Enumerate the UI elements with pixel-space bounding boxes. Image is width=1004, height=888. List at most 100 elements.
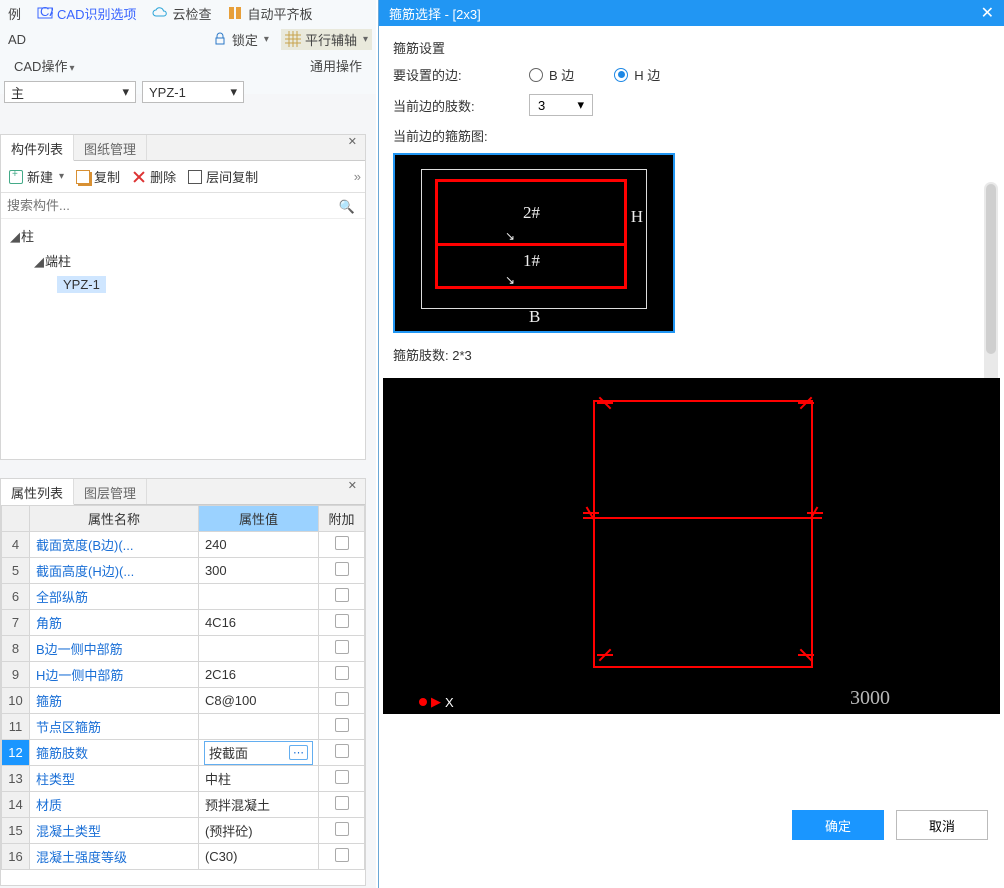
ribbon-example[interactable]: 例 — [4, 3, 25, 24]
table-row[interactable]: 15混凝土类型(预拌砼) — [2, 818, 365, 844]
tree-root-column[interactable]: ◢柱 — [9, 223, 357, 248]
prop-extra[interactable] — [319, 740, 365, 766]
more-icon[interactable]: ⋯ — [289, 745, 308, 760]
radio-h-side[interactable]: H 边 — [614, 65, 660, 84]
prop-extra[interactable] — [319, 792, 365, 818]
btn-copy[interactable]: 复制 — [72, 165, 124, 188]
tab-component-list[interactable]: 构件列表 — [1, 135, 74, 161]
checkbox[interactable] — [335, 770, 349, 784]
checkbox[interactable] — [335, 692, 349, 706]
ribbon-auto-flat[interactable]: 自动平齐板 — [223, 3, 316, 24]
prop-extra[interactable] — [319, 584, 365, 610]
panel-close-icon[interactable]: ✕ — [348, 135, 357, 148]
prop-value[interactable] — [198, 714, 318, 740]
search-input[interactable] — [5, 197, 361, 214]
prop-value[interactable]: 2C16 — [198, 662, 318, 688]
dialog-titlebar[interactable]: 箍筋选择 - [2x3] ✕ — [379, 0, 1004, 26]
table-row[interactable]: 4截面宽度(B边)(...240 — [2, 532, 365, 558]
col-name[interactable]: 属性名称 — [30, 506, 199, 532]
ribbon-cad-options[interactable]: CAD CAD识别选项 — [33, 3, 140, 24]
prop-extra[interactable] — [319, 844, 365, 870]
toolbar-overflow-icon[interactable]: » — [354, 169, 361, 184]
checkbox[interactable] — [335, 536, 349, 550]
checkbox[interactable] — [335, 718, 349, 732]
prop-extra[interactable] — [319, 636, 365, 662]
prop-value[interactable] — [198, 584, 318, 610]
row-number: 16 — [2, 844, 30, 870]
checkbox[interactable] — [335, 562, 349, 576]
tab-drawing-mgmt[interactable]: 图纸管理 — [74, 135, 147, 160]
table-row[interactable]: 10箍筋C8@100 — [2, 688, 365, 714]
panel-close-icon[interactable]: ✕ — [348, 479, 357, 492]
checkbox[interactable] — [335, 588, 349, 602]
table-row[interactable]: 7角筋4C16 — [2, 610, 365, 636]
tree-leaf-ypz1[interactable]: YPZ-1 — [57, 273, 357, 296]
checkbox[interactable] — [335, 822, 349, 836]
prop-value[interactable]: 240 — [198, 532, 318, 558]
prop-extra[interactable] — [319, 714, 365, 740]
col-extra[interactable]: 附加 — [319, 506, 365, 532]
table-row[interactable]: 16混凝土强度等级(C30) — [2, 844, 365, 870]
btn-delete[interactable]: 删除 — [128, 165, 180, 188]
close-icon[interactable]: ✕ — [981, 3, 994, 23]
combo-member[interactable]: YPZ-1 ▾ — [142, 81, 244, 103]
checkbox[interactable] — [335, 640, 349, 654]
prop-value[interactable]: 300 — [198, 558, 318, 584]
checkbox[interactable] — [335, 848, 349, 862]
ribbon-lock[interactable]: 锁定 — [208, 29, 273, 50]
scroll-thumb[interactable] — [986, 184, 996, 354]
checkbox[interactable] — [335, 744, 349, 758]
prop-value[interactable]: (C30) — [198, 844, 318, 870]
checkbox[interactable] — [335, 796, 349, 810]
prop-extra[interactable] — [319, 662, 365, 688]
ribbon-cloud-check[interactable]: 云检查 — [148, 3, 215, 24]
prop-value[interactable]: 4C16 — [198, 610, 318, 636]
checkbox[interactable] — [335, 614, 349, 628]
combo-category-value: 主 — [11, 83, 24, 102]
tab-props[interactable]: 属性列表 — [1, 479, 74, 505]
tree-sub-endcolumn[interactable]: ◢端柱 — [33, 248, 357, 273]
btn-interlayer-copy[interactable]: 层间复制 — [184, 165, 262, 188]
prop-extra[interactable] — [319, 818, 365, 844]
radio-h-label: H 边 — [634, 65, 660, 84]
label-B: B — [529, 307, 540, 327]
stirrup-preview[interactable]: 2# 1# H B ↘ ↘ — [393, 153, 675, 333]
checkbox[interactable] — [335, 666, 349, 680]
table-row[interactable]: 12箍筋肢数按截面⋯ — [2, 740, 365, 766]
combo-category[interactable]: 主▾ — [4, 81, 136, 103]
search-icon[interactable]: 🔍 — [339, 199, 355, 215]
col-value[interactable]: 属性值 — [198, 506, 318, 532]
chevron-down-icon: ▾ — [230, 84, 237, 100]
prop-value[interactable]: 中柱 — [198, 766, 318, 792]
row-number: 5 — [2, 558, 30, 584]
tab-layer[interactable]: 图层管理 — [74, 479, 147, 504]
select-limbs[interactable]: 3▾ — [529, 94, 593, 116]
label-limbs: 当前边的肢数: — [393, 96, 489, 115]
prop-extra[interactable] — [319, 688, 365, 714]
table-row[interactable]: 6全部纵筋 — [2, 584, 365, 610]
ribbon-cad-ops[interactable]: CAD操作 — [14, 56, 74, 75]
prop-value[interactable]: C8@100 — [198, 688, 318, 714]
prop-value[interactable]: (预拌砼) — [198, 818, 318, 844]
prop-extra[interactable] — [319, 558, 365, 584]
prop-extra[interactable] — [319, 532, 365, 558]
prop-extra[interactable] — [319, 766, 365, 792]
cancel-button[interactable]: 取消 — [896, 810, 988, 840]
prop-value[interactable]: 预拌混凝土 — [198, 792, 318, 818]
ok-button[interactable]: 确定 — [792, 810, 884, 840]
table-row[interactable]: 9H边一侧中部筋2C16 — [2, 662, 365, 688]
table-row[interactable]: 8B边一侧中部筋 — [2, 636, 365, 662]
table-row[interactable]: 5截面高度(H边)(...300 — [2, 558, 365, 584]
table-row[interactable]: 11节点区箍筋 — [2, 714, 365, 740]
btn-new[interactable]: 新建 — [5, 165, 68, 188]
table-row[interactable]: 14材质预拌混凝土 — [2, 792, 365, 818]
prop-value[interactable] — [198, 636, 318, 662]
combo-member-value: YPZ-1 — [149, 85, 186, 100]
prop-extra[interactable] — [319, 610, 365, 636]
ribbon-ad[interactable]: AD — [4, 31, 28, 48]
ribbon-parallel-axis[interactable]: 平行辅轴 — [281, 29, 372, 50]
prop-value[interactable]: 按截面⋯ — [198, 740, 318, 766]
prop-name: 节点区箍筋 — [30, 714, 199, 740]
table-row[interactable]: 13柱类型中柱 — [2, 766, 365, 792]
radio-b-side[interactable]: B 边 — [529, 65, 574, 84]
